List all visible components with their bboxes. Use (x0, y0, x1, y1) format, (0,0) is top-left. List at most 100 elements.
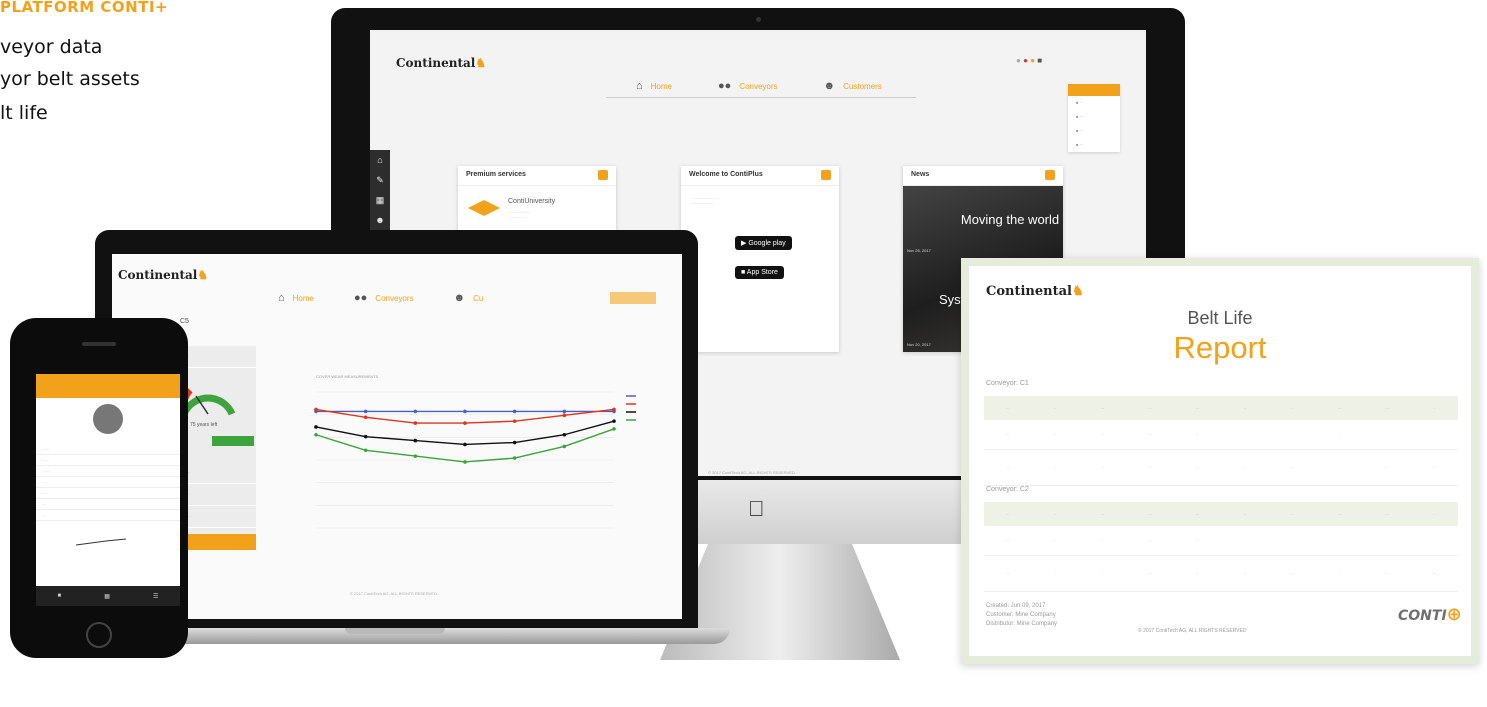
data-point[interactable] (363, 409, 368, 414)
phone-speaker (82, 342, 116, 346)
card-header: News (903, 166, 1063, 186)
nav-customers[interactable]: ☻ Customers (824, 80, 882, 92)
menu-item[interactable]: ■ ··· (1068, 96, 1120, 110)
laptop-orange-button[interactable] (610, 292, 656, 304)
table-cell: · (1338, 465, 1341, 470)
table-cell: ··· (1100, 405, 1105, 411)
menu-item[interactable]: ■ ··· (1068, 110, 1120, 124)
menu-item[interactable]: ■ ··· (1068, 138, 1120, 152)
data-point[interactable] (463, 409, 467, 414)
nav-label: Cu (473, 294, 484, 303)
data-point[interactable] (562, 413, 567, 418)
data-point[interactable] (314, 425, 318, 429)
nav-conveyors[interactable]: ●● Conveyors (354, 292, 414, 304)
table-cell: ··· (1147, 538, 1152, 543)
continental-logo: Continental♞ (986, 284, 1084, 299)
data-point[interactable] (363, 434, 368, 439)
data-point[interactable] (512, 440, 517, 445)
table-cell: ··· (1290, 465, 1295, 470)
list-item[interactable]: ····· (36, 499, 180, 510)
menu-item[interactable]: ■ ··· (1068, 124, 1120, 138)
data-point[interactable] (413, 409, 418, 414)
desktop-footer: © 2017 ContiTech AG, ALL RIGHTS RESERVED (708, 470, 795, 475)
report-customer: Customer: Mine Company (986, 612, 1056, 618)
table-cell: · (1338, 538, 1341, 543)
data-point[interactable] (463, 460, 467, 464)
table-row: ·· · · ··· ·· ·· ··· · ··· ··· (984, 556, 1458, 592)
data-point[interactable] (512, 409, 517, 414)
calendar-icon[interactable]: ▦ (370, 190, 390, 210)
table-cell: ··· (1195, 511, 1200, 517)
flag-icon[interactable]: ● (1023, 56, 1028, 65)
data-point[interactable] (363, 415, 368, 420)
pencil-icon[interactable]: ✎ (370, 170, 390, 190)
data-point[interactable] (314, 432, 318, 437)
data-point[interactable] (612, 427, 616, 431)
promo-item: veyor data (0, 36, 103, 58)
list-item[interactable]: ········ (36, 444, 180, 455)
menu-icon[interactable]: ☰ (153, 593, 158, 600)
data-point[interactable] (612, 419, 616, 423)
nav-label: Home (292, 294, 314, 303)
user-menu-header[interactable] (1068, 84, 1120, 96)
data-point[interactable] (463, 442, 467, 447)
list-item[interactable]: ······· (36, 488, 180, 499)
table-row: ··· ·· ·· ··· ·· · (984, 420, 1458, 450)
nav-home[interactable]: ⌂ Home (278, 292, 314, 304)
list-item[interactable]: ······· (36, 455, 180, 466)
horse-icon: ♞ (475, 56, 487, 70)
table-cell: ·· (1433, 405, 1436, 411)
nav-home[interactable]: ⌂ Home (636, 80, 672, 92)
table-cell: ·· (1195, 432, 1199, 437)
table-cell (1268, 420, 1315, 449)
nav-conveyors[interactable]: ●● Conveyors (718, 80, 778, 92)
list-item[interactable]: ···· (36, 510, 180, 521)
data-point[interactable] (562, 409, 567, 414)
data-point[interactable] (562, 444, 567, 449)
people-icon[interactable]: ☻ (370, 210, 390, 230)
table-cell: ·· (1101, 465, 1104, 470)
data-point[interactable] (413, 421, 418, 425)
user-icon[interactable]: ■ (1037, 56, 1042, 65)
table-cell: ·· (1006, 571, 1010, 576)
list-item[interactable]: ········· (36, 466, 180, 477)
data-point[interactable] (363, 448, 368, 453)
video-icon[interactable]: ■ (58, 593, 62, 599)
data-point[interactable] (612, 407, 616, 412)
google-play-button[interactable]: ▶ Google play (735, 236, 792, 250)
avatar[interactable] (93, 404, 123, 434)
notification-icon[interactable]: ● (1030, 56, 1035, 65)
table-cell: ·· (1101, 432, 1104, 437)
table-cell: ·· (1243, 465, 1247, 470)
conti-plus-logo: CONTI⊕ (1398, 604, 1462, 625)
conveyor-icon: ●● (354, 292, 368, 304)
phone-home-button[interactable] (86, 622, 112, 648)
table-row: ·· · ·· ··· ·· ·· ··· · ··· ··· (984, 450, 1458, 486)
news-icon (1045, 170, 1055, 180)
app-store-button[interactable]: ■ App Store (735, 266, 784, 279)
data-point[interactable] (413, 454, 418, 458)
table-cell: · (1101, 538, 1104, 543)
google-play-label: Google play (748, 240, 786, 247)
home-icon: ⌂ (278, 292, 285, 304)
news-headline[interactable]: Moving the world (955, 212, 1063, 228)
grid-icon[interactable]: ▦ (104, 593, 110, 600)
phone-mini-chart (75, 538, 127, 546)
data-point[interactable] (512, 456, 517, 460)
data-point[interactable] (314, 407, 318, 412)
home-icon[interactable]: ⌂ (370, 150, 390, 170)
conti-university-title[interactable]: ContiUniversity (508, 198, 555, 205)
home-icon: ⌂ (636, 80, 643, 92)
nav-label: Home (650, 82, 672, 91)
data-point[interactable] (562, 432, 567, 437)
apple-icon:  (748, 496, 765, 522)
data-point[interactable] (512, 419, 517, 423)
data-point[interactable] (463, 421, 467, 425)
desktop-side-rail: ⌂ ✎ ▦ ☻ (370, 150, 390, 232)
conveyor-label: Conveyor: C2 (986, 486, 1029, 493)
nav-customers[interactable]: ☻ Cu (454, 292, 484, 304)
pin-icon[interactable]: ● (1016, 56, 1021, 65)
camera (756, 17, 761, 22)
data-point[interactable] (413, 438, 418, 443)
list-item[interactable]: ······ (36, 477, 180, 488)
